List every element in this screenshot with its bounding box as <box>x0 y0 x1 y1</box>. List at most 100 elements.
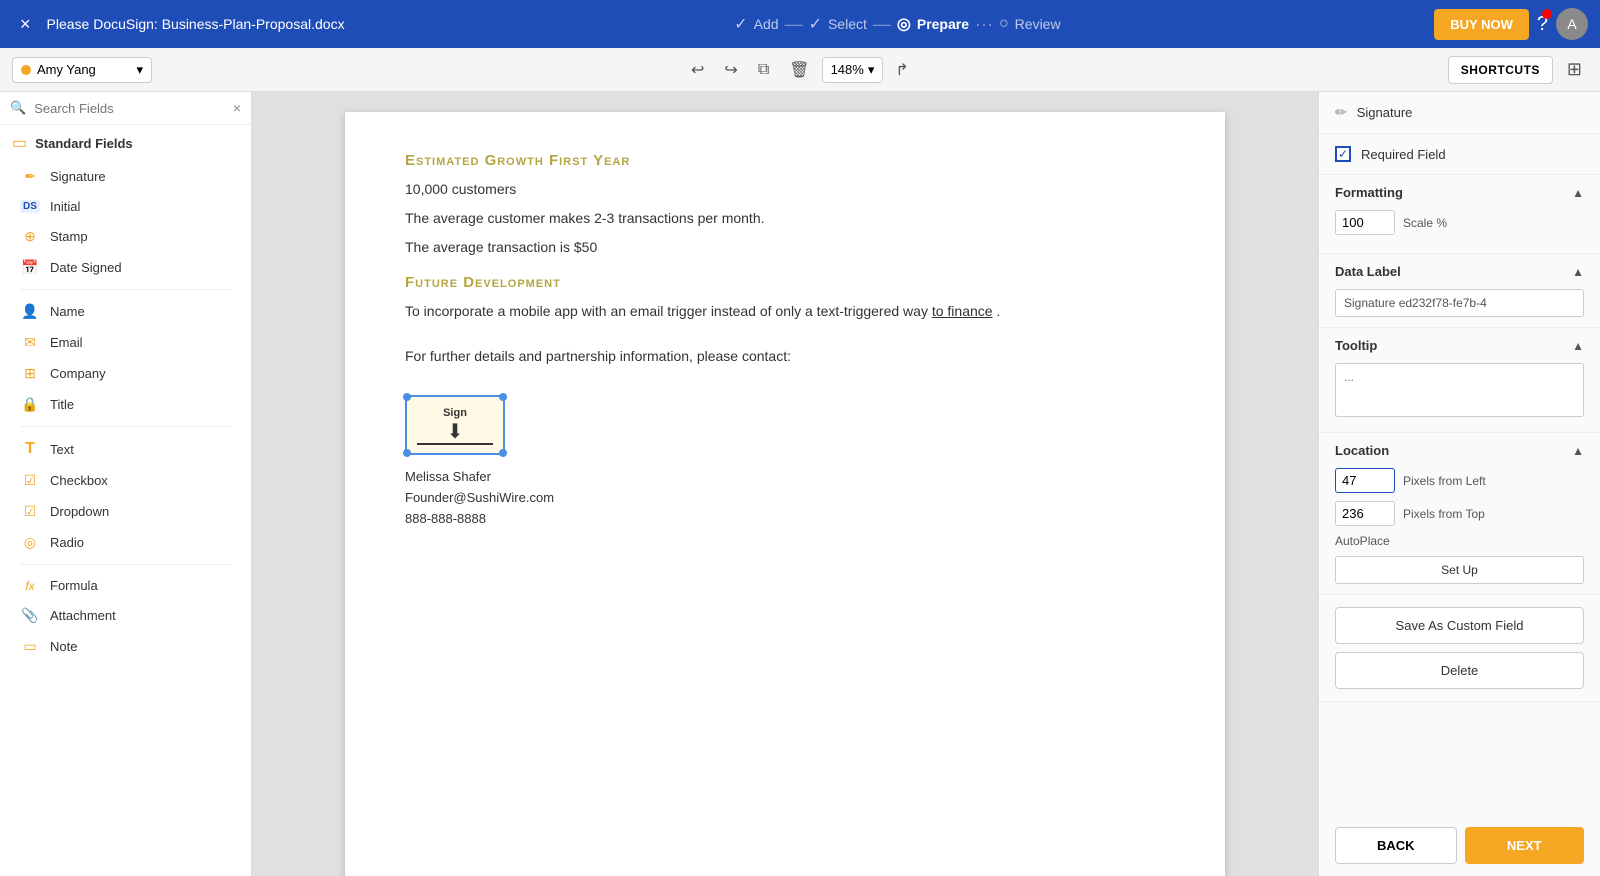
tooltip-input[interactable] <box>1335 363 1584 417</box>
field-text[interactable]: T Text <box>12 433 239 465</box>
radio-field-label: Radio <box>50 535 84 550</box>
redo-button[interactable]: ↪ <box>716 54 745 86</box>
checkbox-field-label: Checkbox <box>50 473 108 488</box>
fields-divider-2 <box>20 426 231 427</box>
fields-divider-1 <box>20 289 231 290</box>
tooltip-section: Tooltip ▲ <box>1319 328 1600 433</box>
data-label-header[interactable]: Data Label ▲ <box>1335 264 1584 279</box>
formula-field-label: Formula <box>50 578 98 593</box>
doc-para-1: 10,000 customers <box>405 179 1165 200</box>
required-field-checkbox[interactable]: ✓ <box>1335 146 1351 162</box>
next-page-button[interactable]: ↱ <box>887 54 916 86</box>
pixels-top-input[interactable] <box>1335 501 1395 526</box>
field-date-signed[interactable]: 📅 Date Signed <box>12 252 239 283</box>
field-email[interactable]: ✉ Email <box>12 327 239 358</box>
delete-button[interactable]: 🗑 <box>781 54 817 86</box>
field-note[interactable]: ▭ Note <box>12 631 239 662</box>
date-signed-field-label: Date Signed <box>50 260 122 275</box>
pixels-left-input[interactable] <box>1335 468 1395 493</box>
scale-label: Scale % <box>1403 216 1447 230</box>
company-field-icon: ⊞ <box>20 365 40 382</box>
formatting-chevron-icon: ▲ <box>1572 186 1584 200</box>
doc-title: Please DocuSign: Business-Plan-Proposal.… <box>47 16 345 32</box>
shortcuts-button[interactable]: SHORTCUTS <box>1448 56 1553 84</box>
buy-now-button[interactable]: BUY NOW <box>1434 9 1529 40</box>
field-title[interactable]: 🔒 Title <box>12 389 239 420</box>
content-area[interactable]: Estimated Growth First Year 10,000 custo… <box>252 92 1318 876</box>
location-chevron-icon: ▲ <box>1572 444 1584 458</box>
autoplace-row: AutoPlace <box>1335 534 1584 548</box>
formula-field-icon: fx <box>20 579 40 593</box>
field-attachment[interactable]: 📎 Attachment <box>12 600 239 631</box>
required-field-section: ✓ Required Field <box>1319 134 1600 175</box>
sig-label: Sign <box>443 407 467 419</box>
undo-button[interactable]: ↩ <box>683 54 712 86</box>
signature-field-container[interactable]: Sign ⬇ <box>405 395 505 455</box>
pages-icon-button[interactable]: ⊞ <box>1561 53 1588 86</box>
note-field-icon: ▭ <box>20 638 40 655</box>
copy-button[interactable]: ⧉ <box>750 55 777 85</box>
formatting-header[interactable]: Formatting ▲ <box>1335 185 1584 200</box>
delete-button-right[interactable]: Delete <box>1335 652 1584 689</box>
data-label-chevron-icon: ▲ <box>1572 265 1584 279</box>
signature-field-label: Signature <box>50 169 106 184</box>
signature-field-icon: ✒ <box>20 168 40 185</box>
tooltip-header[interactable]: Tooltip ▲ <box>1335 338 1584 353</box>
field-radio[interactable]: ◎ Radio <box>12 527 239 558</box>
field-checkbox[interactable]: ☑ Checkbox <box>12 465 239 496</box>
nav-steps: ✓ Add — ✓ Select — ◎ Prepare ··· ○ Revie… <box>369 14 1427 35</box>
field-initial[interactable]: DS Initial <box>12 192 239 221</box>
field-signature[interactable]: ✒ Signature <box>12 161 239 192</box>
initial-field-label: Initial <box>50 199 80 214</box>
company-field-label: Company <box>50 366 106 381</box>
field-stamp[interactable]: ⊕ Stamp <box>12 221 239 252</box>
search-input[interactable] <box>34 101 225 116</box>
autoplace-label: AutoPlace <box>1335 534 1390 548</box>
data-label-input[interactable] <box>1335 289 1584 317</box>
contact-info: Melissa Shafer Founder@SushiWire.com 888… <box>405 467 1165 529</box>
name-field-icon: 👤 <box>20 303 40 320</box>
main-area: 🔍 × ▭ Standard Fields ✒ Signature DS Ini… <box>0 92 1600 876</box>
add-step-icon: ✓ <box>734 14 747 34</box>
field-dropdown[interactable]: ☑ Dropdown <box>12 496 239 527</box>
save-as-custom-field-button[interactable]: Save As Custom Field <box>1335 607 1584 644</box>
tooltip-chevron-icon: ▲ <box>1572 339 1584 353</box>
required-field-row[interactable]: ✓ Required Field <box>1335 146 1584 162</box>
help-button[interactable]: ? <box>1537 13 1548 36</box>
date-signed-field-icon: 📅 <box>20 259 40 276</box>
doc-para-3: The average transaction is $50 <box>405 237 1165 258</box>
signer-select[interactable]: Amy Yang ▾ <box>12 57 152 83</box>
search-clear-icon[interactable]: × <box>233 100 241 116</box>
contact-phone: 888-888-8888 <box>405 509 1165 530</box>
attachment-field-icon: 📎 <box>20 607 40 624</box>
zoom-level: 148% <box>831 62 864 77</box>
dropdown-field-icon: ☑ <box>20 503 40 520</box>
select-step-label: Select <box>828 16 867 32</box>
setup-button[interactable]: Set Up <box>1335 556 1584 584</box>
field-company[interactable]: ⊞ Company <box>12 358 239 389</box>
back-button[interactable]: BACK <box>1335 827 1457 864</box>
zoom-select[interactable]: 148% ▾ <box>822 57 884 83</box>
close-button[interactable]: × <box>12 10 39 39</box>
sig-corner-br <box>499 449 507 457</box>
field-name[interactable]: 👤 Name <box>12 296 239 327</box>
field-formula[interactable]: fx Formula <box>12 571 239 600</box>
step-prepare[interactable]: ◎ Prepare <box>897 14 969 34</box>
divider-2: — <box>873 14 891 35</box>
section-title: Standard Fields <box>35 136 133 151</box>
step-add[interactable]: ✓ Add <box>734 14 778 34</box>
step-review[interactable]: ○ Review <box>999 15 1061 33</box>
pixels-top-row: Pixels from Top <box>1335 501 1584 526</box>
location-header[interactable]: Location ▲ <box>1335 443 1584 458</box>
help-badge <box>1542 9 1552 19</box>
next-button[interactable]: NEXT <box>1465 827 1585 864</box>
name-field-label: Name <box>50 304 85 319</box>
scale-row: Scale % <box>1335 210 1584 235</box>
signature-label: Signature <box>1357 105 1413 120</box>
signature-field[interactable]: Sign ⬇ <box>405 395 505 455</box>
right-sidebar: ✏ Signature ✓ Required Field Formatting … <box>1318 92 1600 876</box>
scale-input[interactable] <box>1335 210 1395 235</box>
note-field-label: Note <box>50 639 77 654</box>
step-select[interactable]: ✓ Select <box>809 14 867 34</box>
section-icon: ▭ <box>12 133 27 153</box>
